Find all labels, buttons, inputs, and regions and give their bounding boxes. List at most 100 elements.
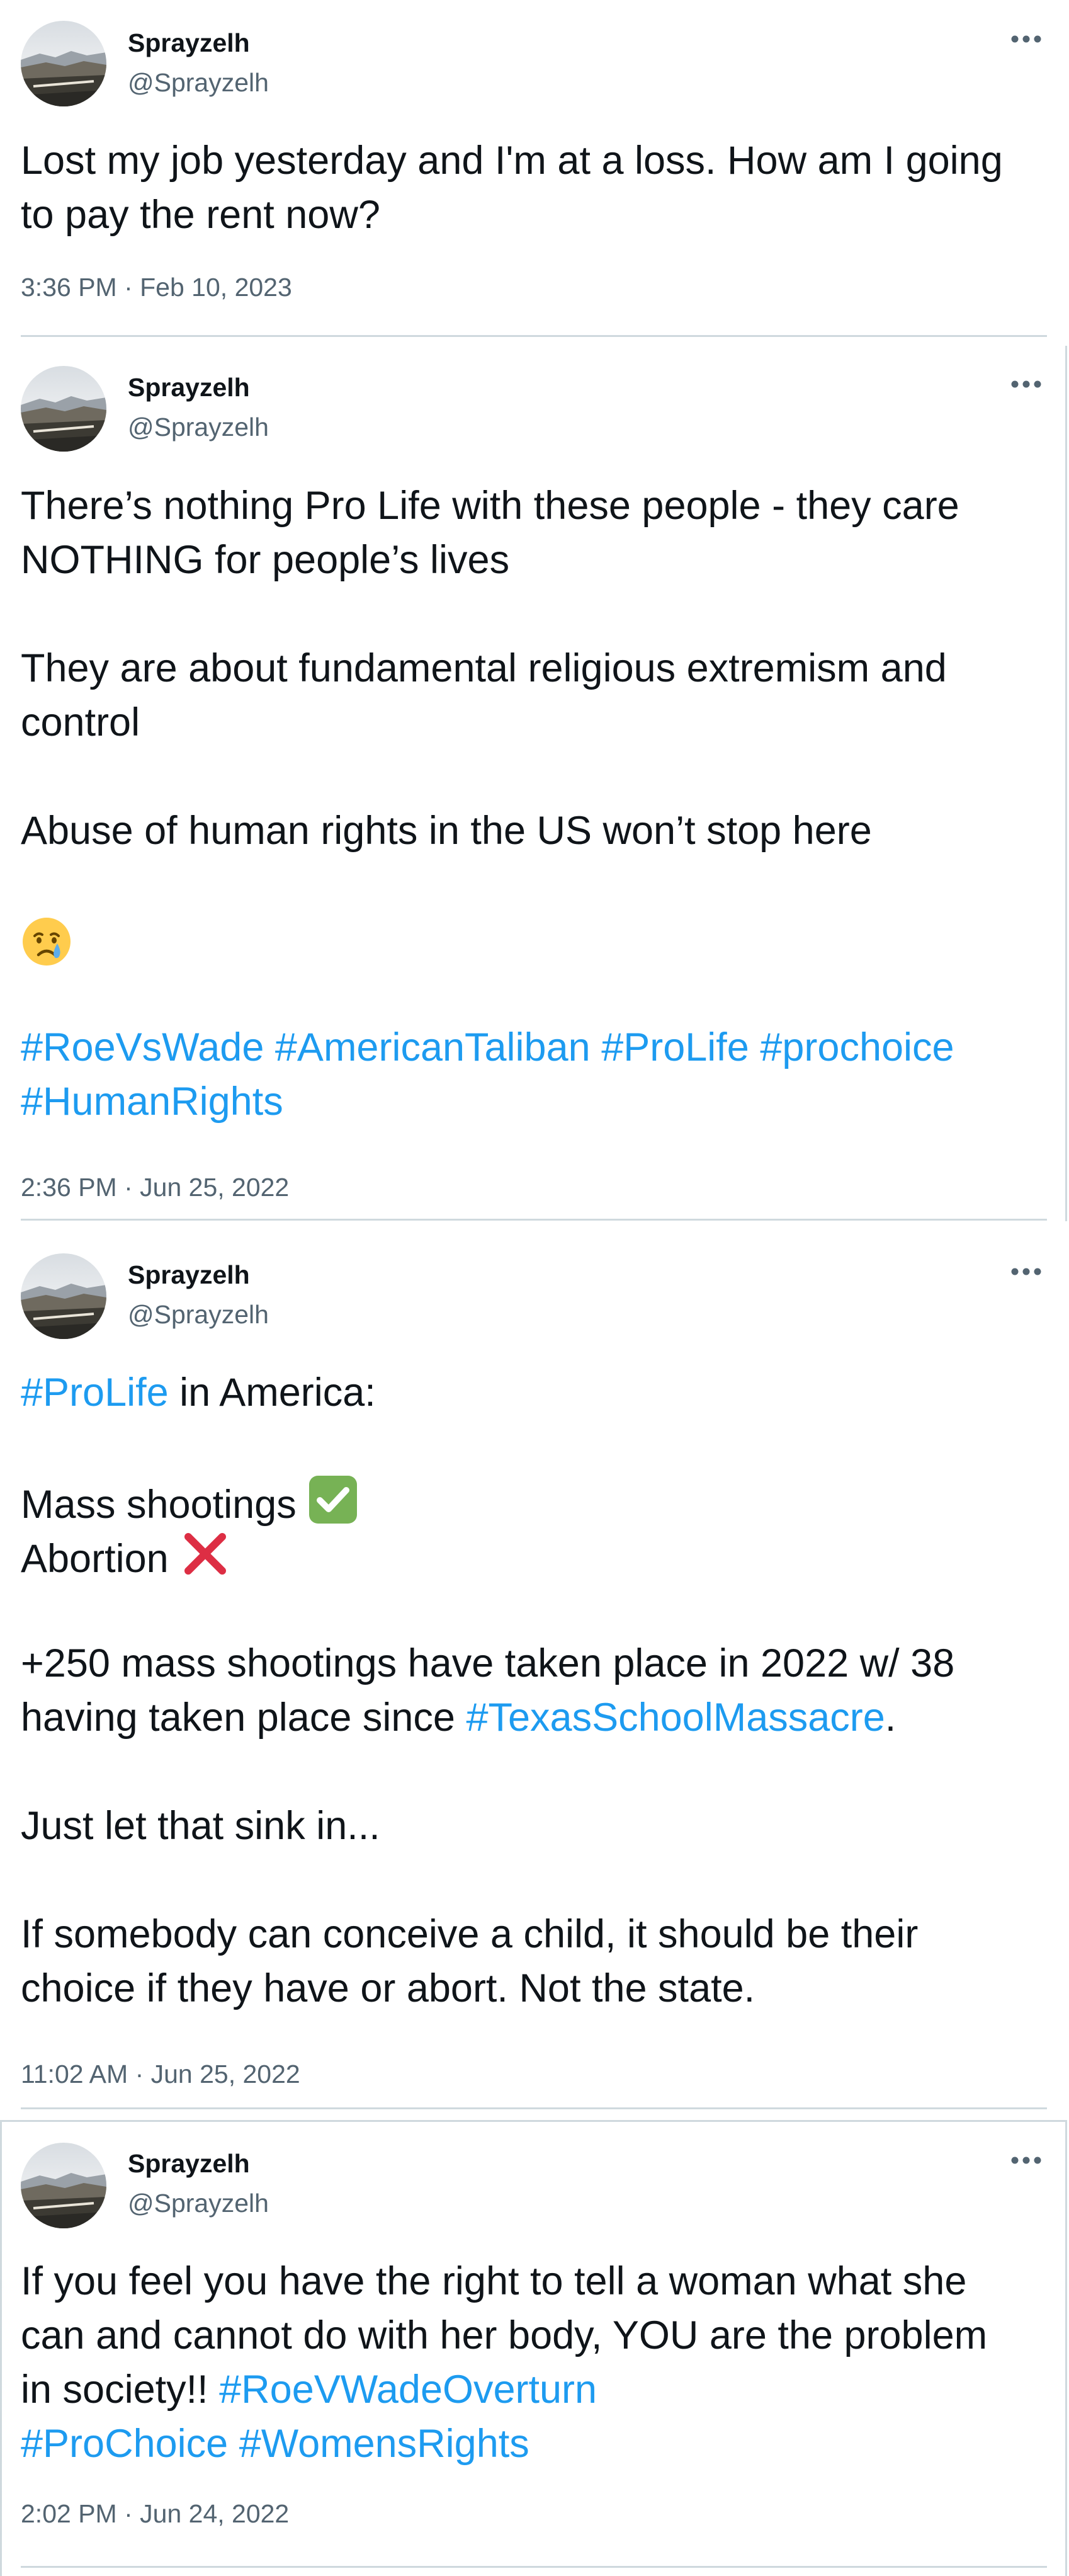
more-options-icon[interactable]	[1007, 31, 1045, 47]
text-fragment: Abortion	[21, 1537, 180, 1581]
date: Jun 24, 2022	[140, 2499, 290, 2528]
text-line: in society!! #RoeVWadeOverturn	[21, 2362, 1041, 2417]
text-fragment: Mass shootings	[21, 1483, 308, 1527]
hashtag-line: #RoeVsWade #AmericanTaliban #ProLife #pr…	[21, 1020, 1041, 1074]
separator: ·	[116, 273, 140, 302]
avatar-image	[21, 1253, 106, 1339]
more-options-icon[interactable]	[1007, 377, 1045, 392]
avatar-image	[21, 21, 106, 106]
text-line: Lost my job yesterday and I'm at a loss.…	[21, 139, 1003, 183]
tweet-text: #ProLife in America: Mass shootings Abor…	[21, 1365, 1041, 2015]
cross-mark-icon	[184, 1533, 227, 1575]
scroll-edge-line	[1065, 346, 1067, 1221]
hashtag-line: #ProChoice #WomensRights	[21, 2417, 1041, 2471]
display-name[interactable]: Sprayzelh	[128, 2148, 250, 2179]
text-line: Abortion	[21, 1528, 1041, 1582]
divider	[21, 335, 1047, 337]
tweet-text: If you feel you have the right to tell a…	[21, 2254, 1041, 2471]
separator: ·	[116, 2499, 140, 2528]
crying-face-icon	[23, 918, 71, 966]
timestamp[interactable]: 11:02 AM · Jun 25, 2022	[21, 2059, 300, 2089]
handle[interactable]: @Sprayzelh	[128, 2188, 269, 2218]
avatar[interactable]	[21, 2143, 106, 2228]
hashtag-link[interactable]: #WomensRights	[239, 2422, 529, 2466]
card-border-right	[1065, 2120, 1067, 2576]
more-options-icon[interactable]	[1007, 1264, 1045, 1279]
text-line: If you feel you have the right to tell a…	[21, 2259, 967, 2303]
hashtag-line: #HumanRights	[21, 1074, 1041, 1129]
avatar[interactable]	[21, 1253, 106, 1339]
text-line: +250 mass shootings have taken place in …	[21, 1641, 955, 1685]
date: Feb 10, 2023	[140, 273, 292, 302]
time: 2:02 PM	[21, 2499, 117, 2528]
hashtag-link[interactable]: #ProLife	[21, 1371, 169, 1415]
hashtag-link[interactable]: #ProChoice	[21, 2422, 228, 2466]
time: 2:36 PM	[21, 1173, 117, 1202]
text-line: having taken place since #TexasSchoolMas…	[21, 1690, 1041, 1745]
more-options-icon[interactable]	[1007, 2153, 1045, 2168]
separator: ·	[128, 2060, 151, 2089]
time: 3:36 PM	[21, 273, 117, 302]
hashtag-link[interactable]: #TexasSchoolMassacre	[466, 1695, 885, 1740]
handle[interactable]: @Sprayzelh	[128, 1299, 269, 1330]
text-line: control	[21, 700, 140, 744]
tweet-text: There’s nothing Pro Life with these peop…	[21, 479, 1041, 1129]
avatar-image	[21, 366, 106, 452]
hashtag-link[interactable]: #AmericanTaliban	[275, 1025, 591, 1069]
divider	[21, 2566, 1047, 2568]
text-line: #ProLife in America:	[21, 1365, 1041, 1420]
text-fragment: in America:	[168, 1371, 376, 1415]
emoji-line	[21, 912, 1041, 966]
timestamp[interactable]: 3:36 PM · Feb 10, 2023	[21, 272, 292, 302]
tweet-text: Lost my job yesterday and I'm at a loss.…	[21, 134, 1041, 242]
card-border-left	[0, 2120, 2, 2576]
avatar[interactable]	[21, 366, 106, 452]
text-line: to pay the rent now?	[21, 193, 380, 237]
text-fragment: .	[885, 1695, 896, 1740]
text-line: NOTHING for people’s lives	[21, 538, 510, 582]
date: Jun 25, 2022	[150, 2060, 300, 2089]
text-fragment: in society!!	[21, 2368, 220, 2412]
timestamp[interactable]: 2:02 PM · Jun 24, 2022	[21, 2499, 289, 2529]
text-line: can and cannot do with her body, YOU are…	[21, 2313, 988, 2357]
avatar[interactable]	[21, 21, 106, 106]
display-name[interactable]: Sprayzelh	[128, 372, 250, 402]
handle[interactable]: @Sprayzelh	[128, 412, 269, 442]
separator: ·	[116, 1173, 140, 1202]
hashtag-link[interactable]: #RoeVsWade	[21, 1025, 264, 1069]
text-line: There’s nothing Pro Life with these peop…	[21, 484, 959, 528]
hashtag-link[interactable]: #RoeVWadeOverturn	[219, 2368, 597, 2412]
text-line: Mass shootings	[21, 1474, 1041, 1528]
display-name[interactable]: Sprayzelh	[128, 1260, 250, 1290]
text-line: They are about fundamental religious ext…	[21, 646, 947, 690]
tweet-3[interactable]: Sprayzelh @Sprayzelh #ProLife in America…	[0, 1221, 1069, 2110]
tweet-4[interactable]: Sprayzelh @Sprayzelh If you feel you hav…	[0, 2120, 1069, 2576]
divider	[21, 2107, 1047, 2109]
avatar-image	[21, 2143, 106, 2228]
text-line: choice if they have or abort. Not the st…	[21, 1966, 755, 2010]
timestamp[interactable]: 2:36 PM · Jun 25, 2022	[21, 1172, 289, 1202]
text-line: Just let that sink in...	[21, 1804, 380, 1848]
text-fragment: having taken place since	[21, 1695, 467, 1740]
date: Jun 25, 2022	[140, 1173, 290, 1202]
divider	[21, 1219, 1047, 1221]
text-line: Abuse of human rights in the US won’t st…	[21, 809, 872, 853]
handle[interactable]: @Sprayzelh	[128, 67, 269, 98]
time: 11:02 AM	[21, 2060, 128, 2089]
hashtag-link[interactable]: #ProLife	[601, 1025, 749, 1069]
tweet-2[interactable]: Sprayzelh @Sprayzelh There’s nothing Pro…	[0, 346, 1069, 1221]
card-border-top	[0, 2120, 1067, 2122]
display-name[interactable]: Sprayzelh	[128, 28, 250, 58]
hashtag-link[interactable]: #HumanRights	[21, 1080, 283, 1124]
tweet-1[interactable]: Sprayzelh @Sprayzelh Lost my job yesterd…	[0, 0, 1069, 338]
hashtag-link[interactable]: #prochoice	[760, 1025, 954, 1069]
check-mark-icon	[309, 1476, 358, 1524]
